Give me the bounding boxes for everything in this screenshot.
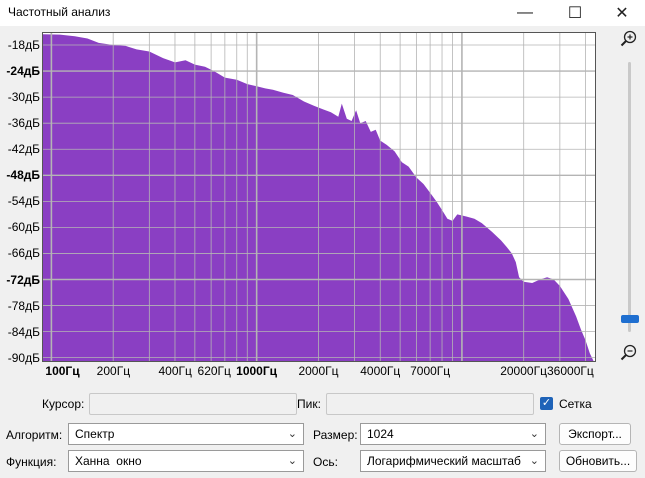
y-tick-label: -42дБ [7, 142, 40, 157]
x-tick-label: 200Гц [96, 364, 131, 378]
spectrum-plot[interactable] [42, 32, 596, 362]
y-tick-label: -48дБ [6, 168, 40, 183]
zoom-controls [612, 30, 642, 370]
y-tick-label: -54дБ [7, 194, 40, 209]
x-tick-label: 400Гц [158, 364, 192, 378]
y-tick-label: -66дБ [7, 246, 40, 261]
grid-checkbox[interactable]: ✓ [540, 397, 553, 410]
peak-readout [326, 393, 534, 415]
y-tick-label: -72дБ [6, 272, 40, 287]
chevron-down-icon: ⌄ [287, 455, 297, 467]
y-tick-label: -78дБ [7, 298, 40, 313]
maximize-icon[interactable]: ☐ [555, 0, 595, 26]
zoom-slider-track[interactable] [628, 62, 631, 332]
y-tick-label: -30дБ [7, 90, 40, 105]
y-tick-label: -18дБ [7, 38, 40, 53]
size-value: 1024 [367, 427, 394, 441]
axis-select[interactable]: Логарифмический масштаб ⌄ [360, 450, 546, 472]
y-tick-label: -90дБ [7, 350, 40, 365]
x-tick-label: 20000Гц [500, 364, 547, 378]
y-tick-label: -24дБ [6, 64, 40, 79]
function-label: Функция: [6, 455, 57, 469]
cursor-label: Курсор: [42, 397, 85, 411]
minimize-icon[interactable]: — [505, 0, 545, 26]
x-tick-label: 620Гц [197, 364, 231, 378]
x-tick-label: 1000Гц [236, 364, 278, 378]
size-label: Размер: [313, 428, 358, 442]
zoom-out-icon[interactable] [620, 344, 638, 362]
export-button[interactable]: Экспорт... [559, 423, 631, 445]
frequency-plot-area: -18дБ -24дБ -30дБ -36дБ -42дБ -48дБ -54дБ -60дБ… [0, 26, 600, 386]
title-bar: Частотный анализ — ☐ ✕ [0, 0, 645, 26]
peak-label: Пик: [297, 397, 321, 411]
size-select[interactable]: 1024 ⌄ [360, 423, 546, 445]
y-tick-label: -84дБ [7, 324, 40, 339]
algorithm-label: Алгоритм: [6, 428, 63, 442]
x-tick-label: 2000Гц [298, 364, 339, 378]
refresh-button[interactable]: Обновить... [559, 450, 637, 472]
x-tick-label: 36000Гц [547, 364, 594, 378]
chevron-down-icon: ⌄ [529, 428, 539, 440]
zoom-slider-thumb[interactable] [621, 314, 639, 323]
y-tick-label: -60дБ [7, 220, 40, 235]
window-title: Частотный анализ [8, 5, 111, 19]
y-tick-label: -36дБ [7, 116, 40, 131]
function-select[interactable]: Ханна окно ⌄ [68, 450, 304, 472]
close-icon[interactable]: ✕ [602, 0, 642, 26]
cursor-readout [89, 393, 297, 415]
chevron-down-icon: ⌄ [287, 428, 297, 440]
function-value: Ханна окно [75, 454, 142, 468]
algorithm-select[interactable]: Спектр ⌄ [68, 423, 304, 445]
axis-label: Ось: [313, 455, 338, 469]
axis-value: Логарифмический масштаб [367, 454, 521, 468]
chevron-down-icon: ⌄ [526, 454, 539, 467]
x-tick-label: 7000Гц [410, 364, 451, 378]
x-tick-label: 100Гц [45, 364, 80, 378]
zoom-in-icon[interactable] [620, 30, 638, 48]
algorithm-value: Спектр [75, 427, 115, 441]
x-tick-label: 4000Гц [360, 364, 401, 378]
grid-label: Сетка [559, 397, 592, 411]
